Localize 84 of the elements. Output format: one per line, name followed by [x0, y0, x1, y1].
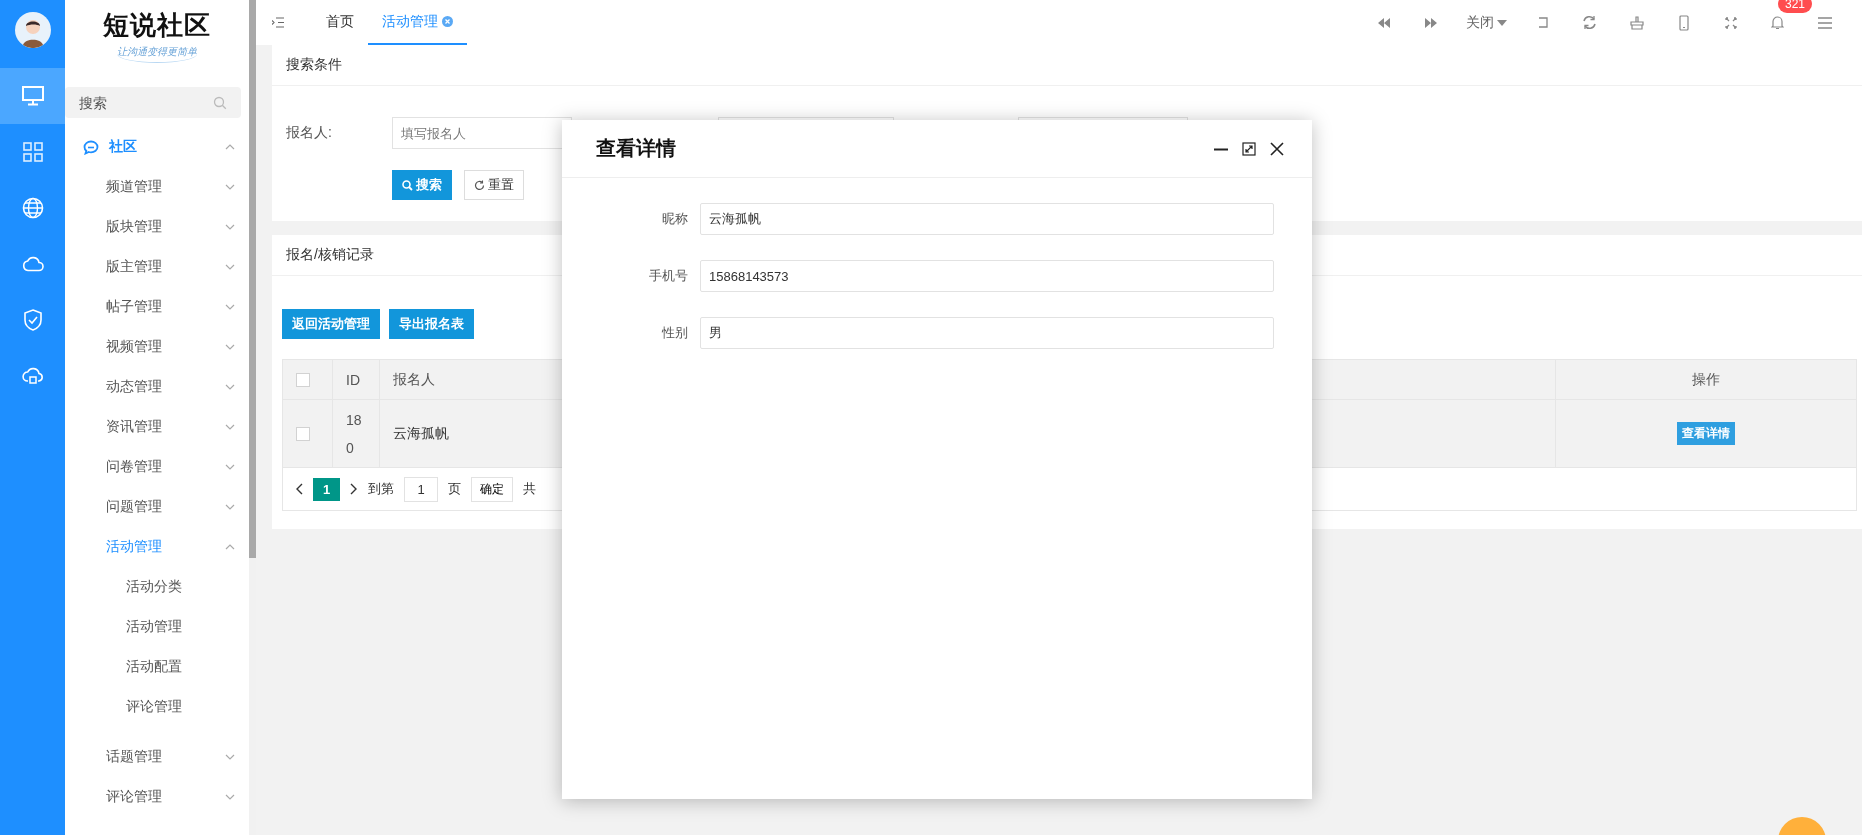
search-icon — [402, 179, 413, 191]
cloud-icon — [21, 256, 44, 272]
shield-check-icon — [22, 309, 43, 331]
next-page-icon[interactable] — [350, 483, 358, 495]
menu-item[interactable]: 活动分类 — [65, 567, 249, 607]
menu-item[interactable]: 版块管理 — [65, 207, 249, 247]
phone-icon[interactable] — [1678, 14, 1689, 31]
fullscreen-icon[interactable] — [1724, 16, 1737, 29]
page-input[interactable]: 1 — [404, 476, 438, 502]
menu-item[interactable]: 版主管理 — [65, 247, 249, 287]
grid-icon — [22, 142, 43, 162]
maximize-icon[interactable] — [1242, 141, 1256, 156]
brand-slogan: 让沟通变得更简单 — [117, 45, 197, 63]
menu-item[interactable]: 资讯管理 — [65, 407, 249, 447]
menu-icon[interactable] — [1817, 16, 1832, 29]
field-label: 昵称 — [661, 210, 688, 228]
chevron-up-icon — [225, 544, 235, 550]
menu-item[interactable]: 活动配置 — [65, 647, 249, 687]
field-label: 手机号 — [648, 267, 688, 285]
notification-badge: 321 — [1778, 0, 1813, 13]
rail-item[interactable] — [0, 68, 65, 124]
chevron-up-icon — [225, 144, 235, 150]
field-label: 报名人: — [286, 124, 333, 142]
rewind-icon[interactable] — [1377, 17, 1390, 28]
page-button[interactable]: 1 — [313, 477, 340, 501]
fast-forward-icon[interactable] — [1424, 17, 1437, 28]
menu-item[interactable]: 话题管理 — [65, 737, 249, 777]
input-field[interactable]: 15868143573 — [700, 260, 1274, 292]
scrollbar-thumb[interactable] — [249, 0, 256, 558]
chevron-down-icon — [225, 754, 235, 760]
globe-icon — [21, 197, 44, 219]
input-field[interactable]: 填写报名人 — [392, 117, 572, 149]
menu-item[interactable]: 活动管理 — [65, 607, 249, 647]
total-label: 共 — [523, 480, 536, 498]
checkbox[interactable] — [296, 372, 310, 387]
checkbox[interactable] — [296, 426, 310, 441]
menu-item[interactable]: 动态管理 — [65, 367, 249, 407]
avatar-icon[interactable] — [14, 12, 51, 48]
refresh-icon[interactable] — [1582, 15, 1597, 30]
chevron-down-icon — [225, 794, 235, 800]
refresh-icon — [474, 179, 485, 191]
menu-item[interactable]: 问卷管理 — [65, 447, 249, 487]
reset-button[interactable]: 重置 — [464, 170, 524, 200]
monitor-icon — [21, 86, 44, 106]
menu-item[interactable]: 视频管理 — [65, 327, 249, 367]
bell-icon[interactable] — [1771, 15, 1784, 30]
chevron-down-icon — [225, 264, 235, 270]
search-icon — [213, 96, 227, 110]
cloud-lock-icon — [21, 367, 44, 385]
dialog-title: 查看详情 — [596, 136, 677, 161]
chevron-down-icon — [225, 344, 235, 350]
chat-bubble-icon — [83, 139, 99, 155]
card-title: 搜索条件 — [286, 56, 342, 74]
close-menu-button[interactable]: 关闭 — [1460, 12, 1513, 33]
chevron-down-icon — [225, 464, 235, 470]
caret-icon — [1497, 19, 1507, 26]
collapse-menu-icon[interactable] — [272, 17, 284, 28]
goto-label: 到第 — [368, 480, 394, 498]
input-field[interactable]: 男 — [700, 317, 1274, 349]
chevron-down-icon — [225, 504, 235, 510]
menu-item[interactable]: 评论管理 — [65, 687, 249, 727]
field-label: 性别 — [661, 324, 688, 342]
menu-item[interactable]: 问题管理 — [65, 487, 249, 527]
brand-logo: 短说社区 — [103, 9, 211, 42]
menu-item[interactable]: 帖子管理 — [65, 287, 249, 327]
page-unit: 页 — [448, 480, 461, 498]
confirm-button[interactable]: 确定 — [471, 476, 513, 502]
card-title: 报名/核销记录 — [286, 246, 374, 264]
chevron-down-icon — [225, 424, 235, 430]
close-icon[interactable] — [1270, 141, 1284, 156]
chevron-down-icon — [225, 224, 235, 230]
chevron-down-icon — [225, 384, 235, 390]
menu-item[interactable]: 评论管理 — [65, 777, 249, 817]
table-cell: 180 — [333, 400, 380, 467]
menu-search-field[interactable]: 搜索 — [65, 87, 241, 118]
chevron-down-icon — [225, 304, 235, 310]
column-header: 操作 — [1691, 369, 1721, 389]
return-icon[interactable] — [1536, 17, 1549, 28]
menu-item[interactable]: 频道管理 — [65, 167, 249, 207]
tab[interactable]: 首页 — [312, 0, 368, 45]
prev-page-icon[interactable] — [295, 483, 303, 495]
input-field[interactable]: 云海孤帆 — [700, 203, 1274, 235]
broom-icon[interactable] — [1629, 15, 1644, 30]
chevron-down-icon — [225, 184, 235, 190]
